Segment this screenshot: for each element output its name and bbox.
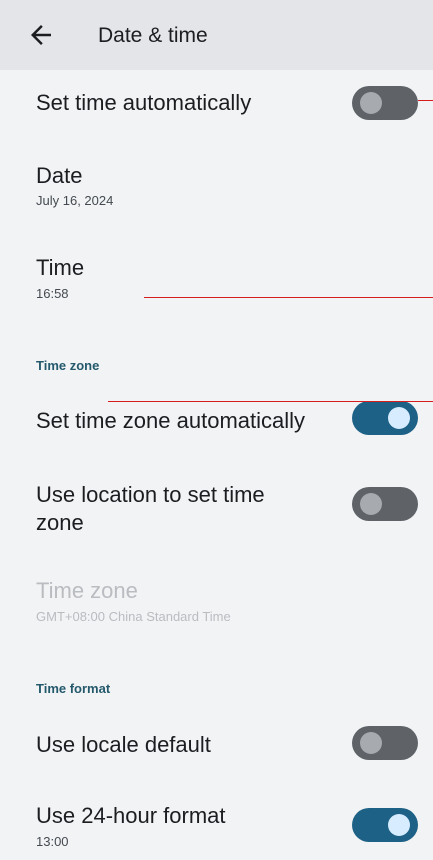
set-time-automatically-toggle[interactable] — [352, 86, 418, 120]
toggle-thumb — [388, 814, 410, 836]
setting-value: 13:00 — [36, 834, 69, 849]
toggle-thumb — [360, 732, 382, 754]
use-location-toggle[interactable] — [352, 487, 418, 521]
setting-label: Time zone — [36, 578, 138, 603]
setting-label-line1: Use location to set time — [36, 482, 265, 507]
use-24-hour-format-toggle[interactable] — [352, 808, 418, 842]
annotation-line — [418, 100, 433, 101]
back-arrow-icon[interactable] — [26, 20, 56, 50]
set-time-zone-automatically-toggle[interactable] — [352, 401, 418, 435]
section-header-time-zone: Time zone — [36, 358, 100, 373]
use-locale-default-toggle[interactable] — [352, 726, 418, 760]
setting-label: Use 24-hour format — [36, 803, 226, 828]
toggle-thumb — [388, 407, 410, 429]
top-app-bar: Date & time — [0, 0, 433, 70]
setting-value: GMT+08:00 China Standard Time — [36, 609, 231, 624]
setting-label: Set time automatically — [36, 90, 252, 115]
page-title: Date & time — [98, 24, 208, 47]
annotation-line — [144, 297, 433, 298]
setting-label: Use locale default — [36, 732, 211, 757]
setting-label-line2: zone — [36, 510, 84, 535]
annotation-line — [108, 401, 433, 402]
setting-label: Time — [36, 255, 85, 280]
setting-value: 16:58 — [36, 286, 69, 301]
toggle-thumb — [360, 493, 382, 515]
toggle-thumb — [360, 92, 382, 114]
setting-label: Set time zone automatically — [36, 408, 306, 433]
setting-value: July 16, 2024 — [36, 193, 114, 208]
section-header-time-format: Time format — [36, 681, 111, 696]
setting-label: Date — [36, 163, 83, 188]
